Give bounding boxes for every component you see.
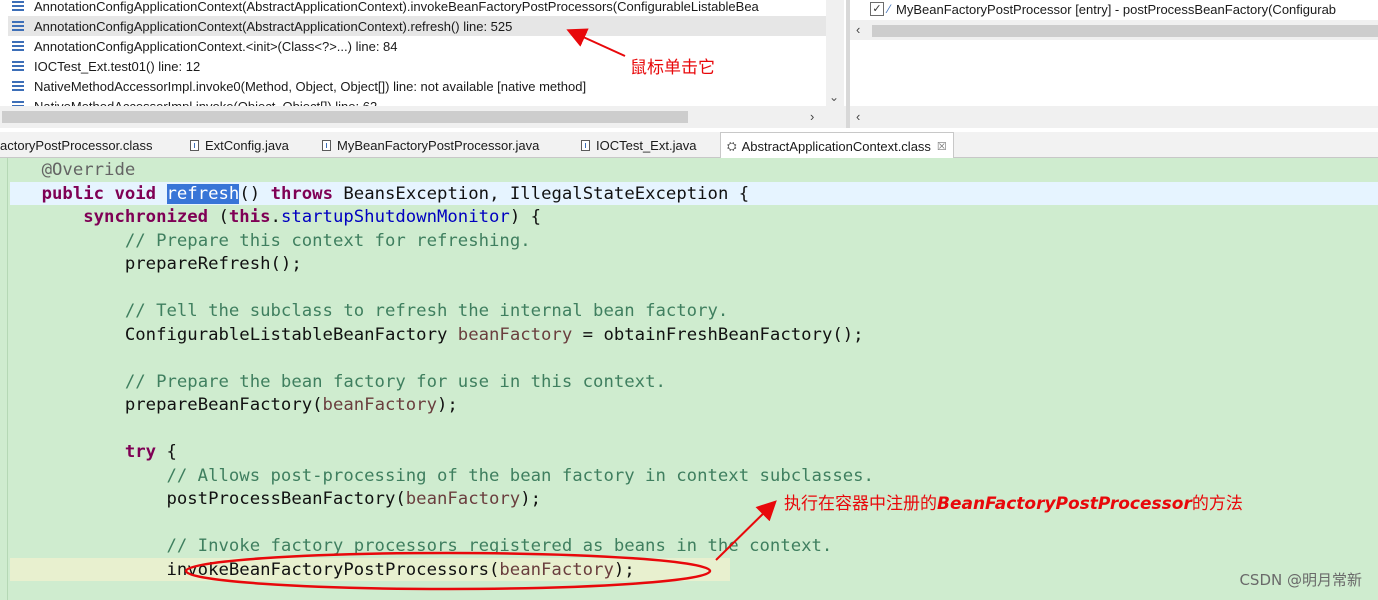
java-file-icon: [581, 139, 590, 151]
stack-frame-row-selected[interactable]: AnnotationConfigApplicationContext(Abstr…: [8, 16, 826, 36]
tab-ioc-test-ext[interactable]: IOCTest_Ext.java: [581, 132, 696, 158]
code-text: ) {: [509, 207, 542, 227]
editor-tab-bar: actoryPostProcessor.class ExtConfig.java…: [0, 132, 1378, 159]
stack-frame-icon: [12, 1, 24, 11]
tab-factory-post-processor-class[interactable]: actoryPostProcessor.class: [0, 132, 152, 158]
stack-frame-icon: [12, 61, 24, 71]
scrollbar-thumb[interactable]: [2, 111, 688, 123]
keyword: synchronized: [83, 207, 209, 227]
code-line-current-debug: invokeBeanFactoryPostProcessors(beanFact…: [0, 559, 635, 583]
code-text: );: [437, 395, 458, 415]
local-variable: beanFactory: [322, 395, 437, 415]
stack-frame-label: AnnotationConfigApplicationContext.<init…: [34, 38, 398, 54]
class-file-icon: ⛭: [727, 138, 737, 153]
local-variable: beanFactory: [499, 559, 614, 580]
chevron-left-icon[interactable]: ‹: [856, 109, 860, 124]
code-line: try {: [0, 441, 177, 465]
code-line: // Tell the subclass to refresh the inte…: [0, 300, 728, 324]
code-line: // Prepare this context for refreshing.: [0, 230, 531, 254]
tab-abstract-application-context[interactable]: ⛭ AbstractApplicationContext.class ☒: [720, 132, 954, 159]
tab-ext-config[interactable]: ExtConfig.java: [190, 132, 289, 158]
stack-frame-icon: [12, 81, 24, 91]
stack-frame-label: NativeMethodAccessorImpl.invoke0(Method,…: [34, 78, 587, 94]
breakpoint-label: MyBeanFactoryPostProcessor [entry] - pos…: [896, 1, 1337, 17]
code-line: ConfigurableListableBeanFactory beanFact…: [0, 324, 864, 348]
field-name: startupShutdownMonitor: [280, 207, 510, 227]
code-line: // Invoke factory processors registered …: [0, 535, 832, 559]
keyword: this: [228, 207, 271, 227]
stack-frame-label: AnnotationConfigApplicationContext(Abstr…: [34, 0, 759, 14]
java-file-icon: [322, 139, 331, 151]
keyword: try: [124, 442, 157, 462]
tab-label: actoryPostProcessor.class: [0, 137, 153, 153]
stack-frame-row[interactable]: AnnotationConfigApplicationContext(Abstr…: [8, 0, 826, 16]
code-comment: // Invoke factory processors registered …: [166, 536, 833, 556]
breakpoint-bottom-scrollbar[interactable]: ‹: [850, 106, 1378, 128]
stack-frame-label: IOCTest_Ext.test01() line: 12: [34, 58, 201, 74]
selected-method-name[interactable]: refresh: [166, 183, 240, 204]
annotation-text: 执行在容器中注册的: [784, 494, 937, 514]
code-comment: // Allows post-processing of the bean fa…: [166, 465, 874, 486]
code-line: prepareBeanFactory(beanFactory);: [0, 394, 458, 418]
watermark: CSDN @明月常新: [1239, 571, 1362, 589]
code-comment: // Tell the subclass to refresh the inte…: [124, 301, 729, 321]
code-line: // Allows post-processing of the bean fa…: [0, 465, 874, 489]
breakpoints-panel: ✓ ⁄ MyBeanFactoryPostProcessor [entry] -…: [850, 0, 1378, 128]
keyword: throws: [270, 183, 333, 204]
annotation-class-name: BeanFactoryPostProcessor: [937, 494, 1192, 514]
code-text: );: [613, 559, 635, 580]
tab-label: MyBeanFactoryPostProcessor.java: [337, 137, 540, 153]
code-comment: // Prepare this context for refreshing.: [124, 230, 531, 251]
tab-label: ExtConfig.java: [205, 137, 289, 153]
stack-vertical-scrollbar[interactable]: ⌄: [826, 0, 844, 106]
local-variable: beanFactory: [457, 324, 573, 345]
code-text: );: [520, 489, 542, 509]
code-line: @Override: [0, 159, 136, 183]
keyword: public: [41, 183, 105, 204]
code-text: prepareBeanFactory(: [124, 395, 323, 415]
stack-frame-icon: [12, 41, 24, 51]
code-text: prepareRefresh();: [124, 254, 302, 274]
scrollbar-thumb[interactable]: [872, 25, 1378, 37]
tab-label: AbstractApplicationContext.class: [741, 138, 931, 154]
java-file-icon: [190, 139, 199, 151]
stack-frame-label: AnnotationConfigApplicationContext(Abstr…: [34, 18, 513, 34]
code-line: public void refresh() throws BeansExcept…: [0, 183, 749, 207]
chevron-right-icon[interactable]: ›: [810, 109, 814, 124]
stack-horizontal-scrollbar[interactable]: ›: [0, 106, 846, 128]
breakpoint-icon: ⁄: [888, 2, 891, 16]
tab-label: IOCTest_Ext.java: [596, 137, 697, 153]
click-annotation: 鼠标单击它: [630, 58, 715, 78]
code-line: // Prepare the bean factory for use in t…: [0, 371, 666, 395]
tab-my-bean-factory-post-processor[interactable]: MyBeanFactoryPostProcessor.java: [322, 132, 539, 158]
keyword: void: [114, 183, 157, 204]
debug-stack-panel: AnnotationConfigApplicationContext(Abstr…: [0, 0, 846, 128]
chevron-down-icon[interactable]: ⌄: [829, 90, 839, 104]
code-line: synchronized (this.startupShutdownMonito…: [0, 206, 541, 230]
chevron-left-icon[interactable]: ‹: [856, 22, 860, 37]
code-text: invokeBeanFactoryPostProcessors(: [166, 559, 500, 580]
code-text: = obtainFreshBeanFactory();: [572, 324, 864, 345]
breakpoint-checkbox[interactable]: ✓: [870, 2, 884, 16]
code-text: BeansException, IllegalStateException {: [333, 183, 750, 204]
annotation-override: @Override: [41, 160, 136, 180]
breakpoint-row[interactable]: ✓ ⁄ MyBeanFactoryPostProcessor [entry] -…: [870, 0, 1336, 18]
code-text: {: [156, 442, 177, 462]
invoke-annotation: 执行在容器中注册的BeanFactoryPostProcessor的方法: [784, 489, 1243, 514]
close-icon[interactable]: ☒: [937, 140, 947, 153]
code-text: (): [239, 183, 271, 204]
code-comment: // Prepare the bean factory for use in t…: [124, 371, 666, 392]
code-text: postProcessBeanFactory(: [166, 489, 406, 509]
code-line: postProcessBeanFactory(beanFactory);: [0, 488, 541, 512]
code-text: .: [270, 207, 281, 227]
stack-frame-icon: [12, 21, 24, 31]
code-editor[interactable]: @Override public void refresh() throws B…: [0, 158, 1378, 600]
code-line: prepareRefresh();: [0, 253, 302, 277]
stack-frame-row[interactable]: NativeMethodAccessorImpl.invoke0(Method,…: [8, 76, 826, 96]
annotation-text: 的方法: [1191, 494, 1243, 514]
local-variable: beanFactory: [405, 489, 521, 509]
breakpoint-horizontal-scrollbar[interactable]: ‹: [850, 20, 1378, 40]
code-text: (: [208, 207, 229, 227]
code-text: ConfigurableListableBeanFactory: [124, 324, 458, 345]
